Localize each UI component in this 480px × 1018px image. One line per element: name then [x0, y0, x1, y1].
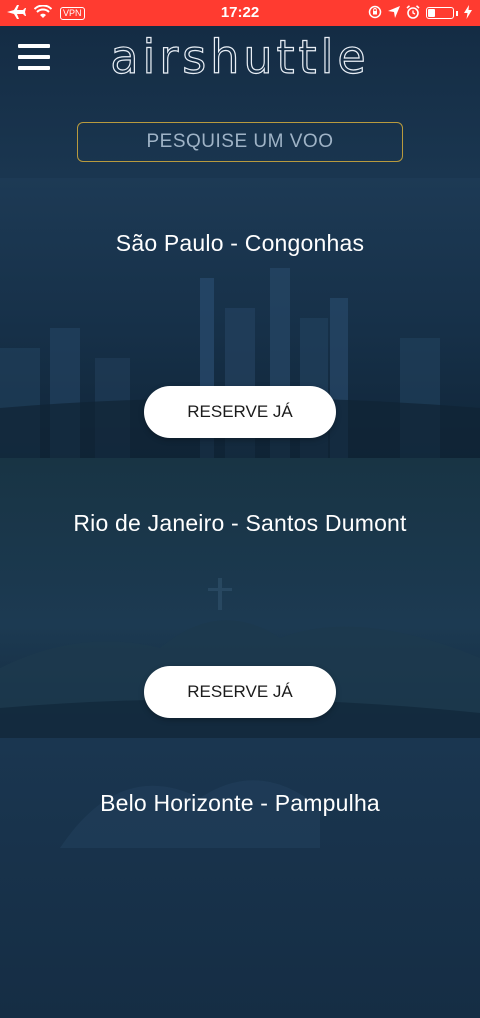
reserve-button[interactable]: RESERVE JÁ	[144, 386, 336, 438]
location-icon	[388, 5, 400, 21]
alarm-icon	[406, 4, 420, 22]
battery-fill	[428, 9, 435, 17]
app-logo: airshuttle	[110, 29, 370, 84]
destination-title: São Paulo - Congonhas	[115, 230, 365, 256]
destination-card: São Paulo - Congonhas RESERVE JÁ	[0, 178, 480, 458]
destination-card: Belo Horizonte - Pampulha	[0, 738, 480, 1018]
charging-icon	[464, 4, 472, 22]
destination-card: Rio de Janeiro - Santos Dumont RESERVE J…	[0, 458, 480, 738]
battery-icon	[426, 7, 454, 19]
reserve-button[interactable]: RESERVE JÁ	[144, 666, 336, 718]
battery-cap	[456, 10, 458, 16]
rotation-lock-icon	[368, 5, 382, 22]
belo-horizonte-image	[60, 780, 320, 848]
destination-title: Belo Horizonte - Pampulha	[100, 790, 380, 816]
search-flight-field[interactable]: PESQUISE UM VOO	[77, 122, 403, 162]
status-right	[368, 0, 472, 26]
status-bar: VPN 17:22	[0, 0, 480, 26]
destination-title: Rio de Janeiro - Santos Dumont	[73, 510, 407, 536]
app-header: airshuttle PESQUISE UM VOO	[0, 26, 480, 178]
